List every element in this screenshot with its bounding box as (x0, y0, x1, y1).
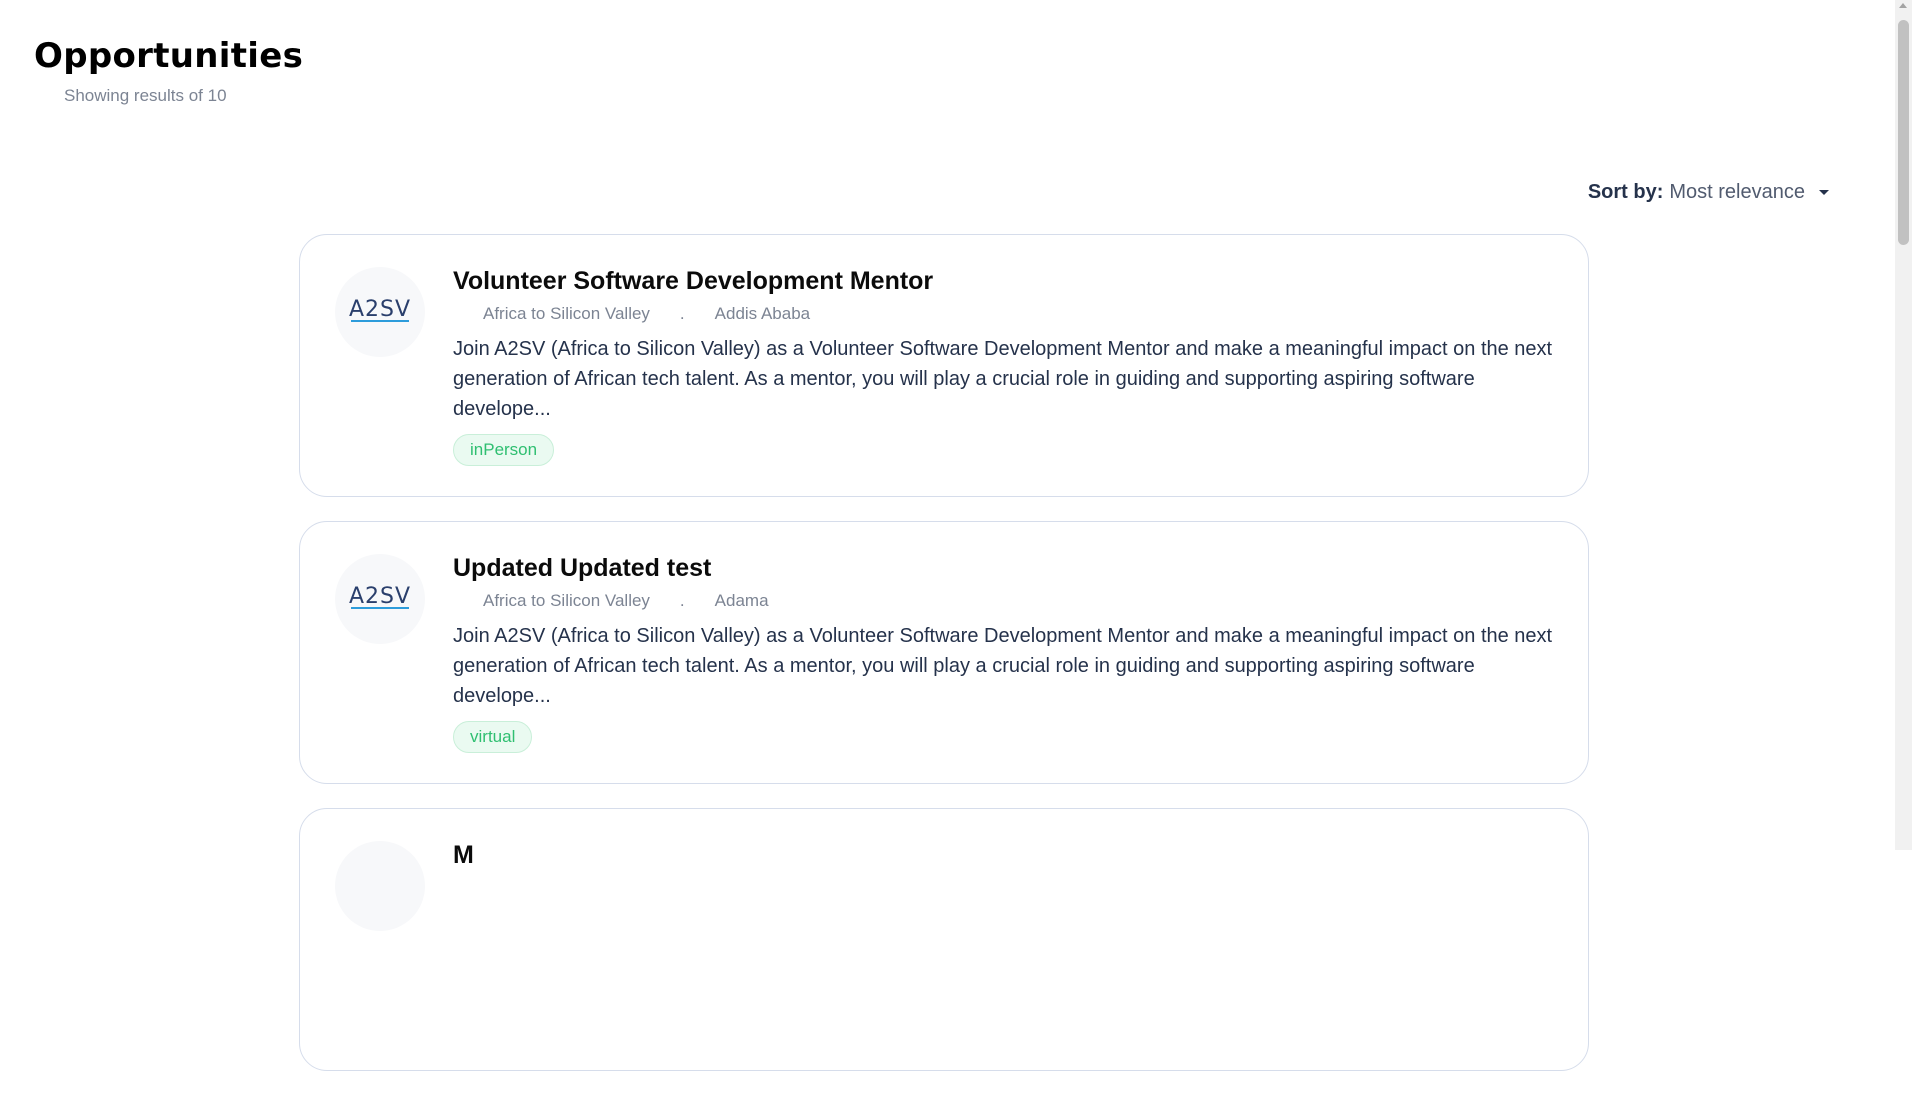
location: Addis Ababa (714, 303, 811, 323)
opportunity-list: A2SV Volunteer Software Development Ment… (299, 234, 1589, 1095)
sort-value: Most relevance (1669, 181, 1805, 203)
scrollbar-thumb[interactable] (1898, 20, 1909, 245)
company-logo: A2SV (335, 554, 425, 644)
location: Adama (714, 590, 769, 610)
card-body: Volunteer Software Development Mentor Af… (453, 265, 1558, 466)
results-summary: Showing results of 10 (64, 86, 227, 106)
opportunity-title[interactable]: Volunteer Software Development Mentor (453, 265, 1558, 298)
opportunity-card[interactable]: M (299, 808, 1589, 1071)
opportunity-meta: Africa to Silicon Valley . Adama (453, 591, 1558, 611)
opportunity-description: Join A2SV (Africa to Silicon Valley) as … (453, 337, 1553, 420)
svg-text:A2SV: A2SV (349, 297, 411, 322)
opportunity-description: Join A2SV (Africa to Silicon Valley) as … (453, 624, 1553, 707)
page-title: Opportunities (34, 36, 304, 76)
page-header: Opportunities (34, 36, 303, 77)
meta-separator: . (679, 303, 685, 323)
card-body: M (453, 839, 1558, 872)
company-name: Africa to Silicon Valley (483, 590, 650, 610)
a2sv-logo-icon: A2SV (349, 297, 411, 322)
company-logo: A2SV (335, 267, 425, 357)
a2sv-logo-icon: A2SV (349, 584, 411, 609)
opportunity-type-tag: virtual (453, 720, 533, 753)
chevron-down-icon (1819, 190, 1829, 195)
sort-dropdown[interactable]: Sort by: Most relevance (1588, 181, 1829, 204)
meta-separator: . (679, 590, 685, 610)
results-count-text: Showing results of 10 (64, 86, 227, 105)
opportunity-title[interactable]: Updated Updated test (453, 552, 1558, 585)
company-logo (335, 841, 425, 931)
company-name: Africa to Silicon Valley (483, 303, 650, 323)
card-body: Updated Updated test Africa to Silicon V… (453, 552, 1558, 753)
opportunity-title[interactable]: M (453, 839, 1558, 872)
opportunity-meta: Africa to Silicon Valley . Addis Ababa (453, 304, 1558, 324)
page-scrollbar[interactable] (1895, 0, 1912, 850)
scroll-up-arrow-icon[interactable] (1899, 3, 1907, 8)
sort-label: Sort by: (1587, 181, 1664, 203)
opportunity-card[interactable]: A2SV Updated Updated test Africa to Sili… (299, 521, 1589, 784)
svg-text:A2SV: A2SV (349, 584, 411, 609)
opportunity-card[interactable]: A2SV Volunteer Software Development Ment… (299, 234, 1589, 497)
opportunity-type-tag: inPerson (453, 433, 555, 466)
